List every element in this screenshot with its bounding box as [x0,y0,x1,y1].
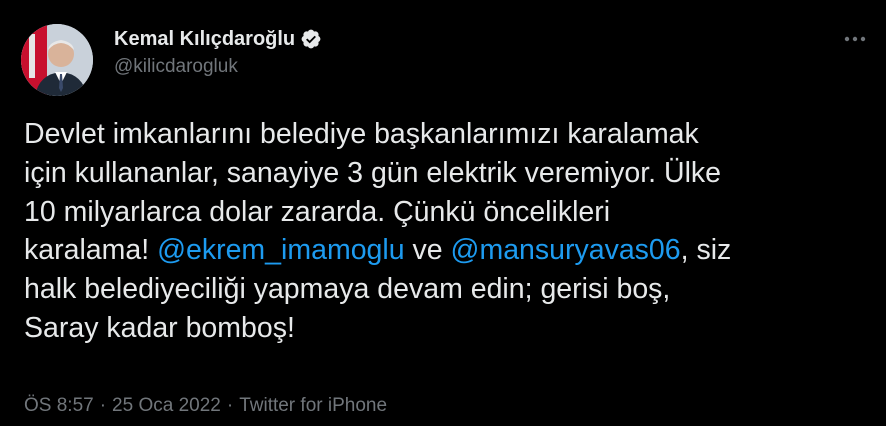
tweet-text-segment: halk belediyeciliği yapmaya devam edin; … [24,273,671,306]
tweet-source[interactable]: Twitter for iPhone [239,395,387,416]
tweet-text-segment: , siz [680,234,732,267]
author-display-name[interactable]: Kemal Kılıçdaroğlu [114,28,295,51]
tweet-text-segment: karalama! [24,234,158,267]
mention-link-mansuryavas06[interactable]: @mansuryavas06 [451,234,681,266]
tweet-line: karalama! @ekrem_imamoglu ve @mansuryava… [24,231,864,270]
tweet-line: Devlet imkanlarını belediye başkanlarımı… [24,115,864,154]
tweet-text: Devlet imkanlarını belediye başkanlarımı… [24,115,864,348]
tweet-text-segment: için kullananlar, sanayiye 3 gün elektri… [24,156,721,189]
more-options-icon[interactable] [842,26,868,52]
tweet-text-segment: 10 milyarlarca dolar zararda. Çünkü önce… [24,195,611,228]
tweet-line: Saray kadar bomboş! [24,309,864,348]
meta-separator: · [99,395,107,416]
author-name-row: Kemal Kılıçdaroğlu [114,26,322,52]
tweet-text-segment: ve [404,234,451,267]
mention-link-ekrem-imamoglu[interactable]: @ekrem_imamoglu [157,234,405,266]
avatar[interactable] [21,24,93,96]
tweet-text-segment: Devlet imkanlarını belediye başkanlarımı… [24,118,699,150]
tweet-line: için kullananlar, sanayiye 3 gün elektri… [24,154,864,193]
tweet-line: halk belediyeciliği yapmaya devam edin; … [24,270,864,309]
tweet-date[interactable]: 25 Oca 2022 [112,395,221,416]
tweet-line: 10 milyarlarca dolar zararda. Çünkü önce… [24,193,864,232]
avatar-image [21,24,93,96]
verified-badge-icon [300,28,322,50]
tweet-time[interactable]: ÖS 8:57 [24,395,94,416]
meta-separator: · [226,395,234,416]
tweet-card: Kemal Kılıçdaroğlu @kilicdarogluk Devlet… [0,0,886,426]
tweet-meta: ÖS 8:57 · 25 Oca 2022 · Twitter for iPhone [24,395,387,417]
author-handle[interactable]: @kilicdarogluk [114,56,238,78]
tweet-text-segment: Saray kadar bomboş! [24,311,295,344]
